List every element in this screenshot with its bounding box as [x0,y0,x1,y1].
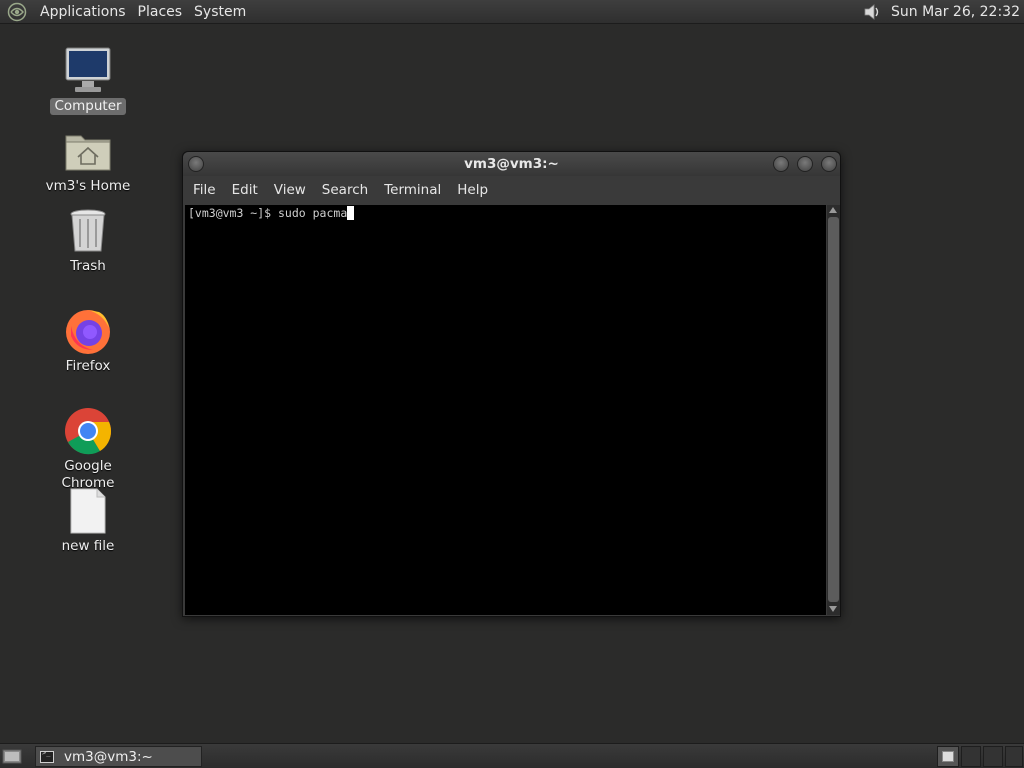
home-folder-icon [65,135,111,171]
file-icon [70,488,106,534]
desktop-icon-label: Firefox [65,358,111,374]
desktop-icon-firefox[interactable]: Firefox [33,306,143,375]
workspace-1[interactable] [937,746,959,767]
taskbar-button-terminal[interactable]: vm3@vm3:~ [35,746,202,767]
workspace-3[interactable] [983,746,1003,767]
window-title: vm3@vm3:~ [464,156,559,172]
menu-terminal[interactable]: Terminal [378,182,447,198]
maximize-button[interactable] [797,156,813,172]
desktop-icon-label: Trash [70,258,106,274]
menu-edit[interactable]: Edit [226,182,264,198]
terminal-area[interactable]: [vm3@vm3 ~]$ sudo pacma [185,205,826,615]
workspace-4[interactable] [1005,746,1023,767]
scroll-down-arrow-icon[interactable] [829,606,837,612]
terminal-prompt-line: [vm3@vm3 ~]$ sudo pacma [188,206,348,220]
clock[interactable]: Sun Mar 26, 22:32 [891,4,1024,20]
terminal-icon [40,749,54,763]
desktop-icon-label: Computer [50,98,126,115]
computer-icon [65,47,111,92]
desktop-icon-label: new file [61,538,115,554]
top-panel: Applications Places System Sun Mar 26, 2… [0,0,1024,24]
minimize-button[interactable] [773,156,789,172]
chrome-icon [65,408,112,455]
scrollbar-thumb[interactable] [828,217,839,602]
terminal-window[interactable]: vm3@vm3:~ File Edit View Search Terminal… [182,151,841,617]
terminal-scrollbar[interactable] [827,205,840,615]
taskbar-button-label: vm3@vm3:~ [64,748,153,765]
desktop-icon-trash[interactable]: Trash [33,206,143,275]
trash-icon [70,209,106,252]
distro-logo-icon[interactable] [7,2,27,22]
terminal-cursor [347,206,355,220]
show-desktop-icon[interactable] [2,747,22,765]
window-menubar: File Edit View Search Terminal Help [183,176,840,204]
workspace-2[interactable] [961,746,981,767]
volume-icon[interactable] [861,1,883,23]
menu-places[interactable]: Places [132,1,189,23]
close-button[interactable] [821,156,837,172]
menu-applications[interactable]: Applications [34,1,132,23]
workspace-window-thumbnail [942,751,954,762]
firefox-icon [66,310,110,354]
desktop-icon-new-file[interactable]: new file [33,486,143,555]
desktop-icon-home[interactable]: vm3's Home [33,126,143,195]
window-titlebar[interactable]: vm3@vm3:~ [183,152,840,176]
menu-search[interactable]: Search [316,182,374,198]
desktop-icon-label: vm3's Home [45,178,131,194]
menu-view[interactable]: View [268,182,312,198]
desktop-icon-computer[interactable]: Computer [33,46,143,115]
desktop-icon-chrome[interactable]: Google Chrome [33,406,143,492]
scroll-up-arrow-icon[interactable] [829,207,837,213]
bottom-panel: vm3@vm3:~ [0,743,1024,768]
menu-file[interactable]: File [187,182,222,198]
menu-help[interactable]: Help [451,182,494,198]
menu-system[interactable]: System [188,1,252,23]
